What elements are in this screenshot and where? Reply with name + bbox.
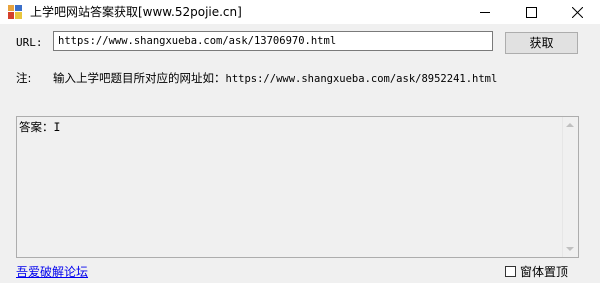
maximize-button[interactable] bbox=[508, 0, 554, 24]
note-text: 输入上学吧题目所对应的网址如：https://www.shangxueba.co… bbox=[53, 70, 497, 86]
forum-link[interactable]: 吾爱破解论坛 bbox=[16, 263, 88, 280]
answer-textbox[interactable]: 答案：I bbox=[16, 116, 579, 258]
fetch-button[interactable]: 获取 bbox=[505, 32, 578, 54]
topmost-label: 窗体置顶 bbox=[520, 265, 569, 279]
close-icon bbox=[571, 6, 583, 18]
window-title: 上学吧网站答案获取[www.52pojie.cn] bbox=[30, 5, 242, 19]
answer-scrollbar[interactable] bbox=[562, 117, 578, 257]
scroll-down-icon[interactable] bbox=[566, 247, 574, 251]
note-example-url: https://www.shangxueba.com/ask/8952241.h… bbox=[225, 73, 498, 85]
close-button[interactable] bbox=[554, 0, 600, 24]
title-bar: 上学吧网站答案获取[www.52pojie.cn] bbox=[0, 0, 600, 24]
note-label: 注: bbox=[16, 71, 32, 85]
note-instruction: 输入上学吧题目所对应的网址如： bbox=[53, 71, 226, 85]
topmost-toggle[interactable]: 窗体置顶 bbox=[505, 263, 568, 280]
topmost-checkbox[interactable] bbox=[505, 266, 516, 277]
maximize-icon bbox=[525, 6, 537, 18]
url-input[interactable] bbox=[53, 31, 493, 51]
minimize-button[interactable] bbox=[462, 0, 508, 24]
url-label: URL: bbox=[16, 36, 43, 49]
app-icon bbox=[8, 5, 22, 19]
scroll-up-icon[interactable] bbox=[566, 123, 574, 127]
minimize-icon bbox=[480, 11, 490, 13]
answer-text: 答案：I bbox=[19, 120, 61, 134]
